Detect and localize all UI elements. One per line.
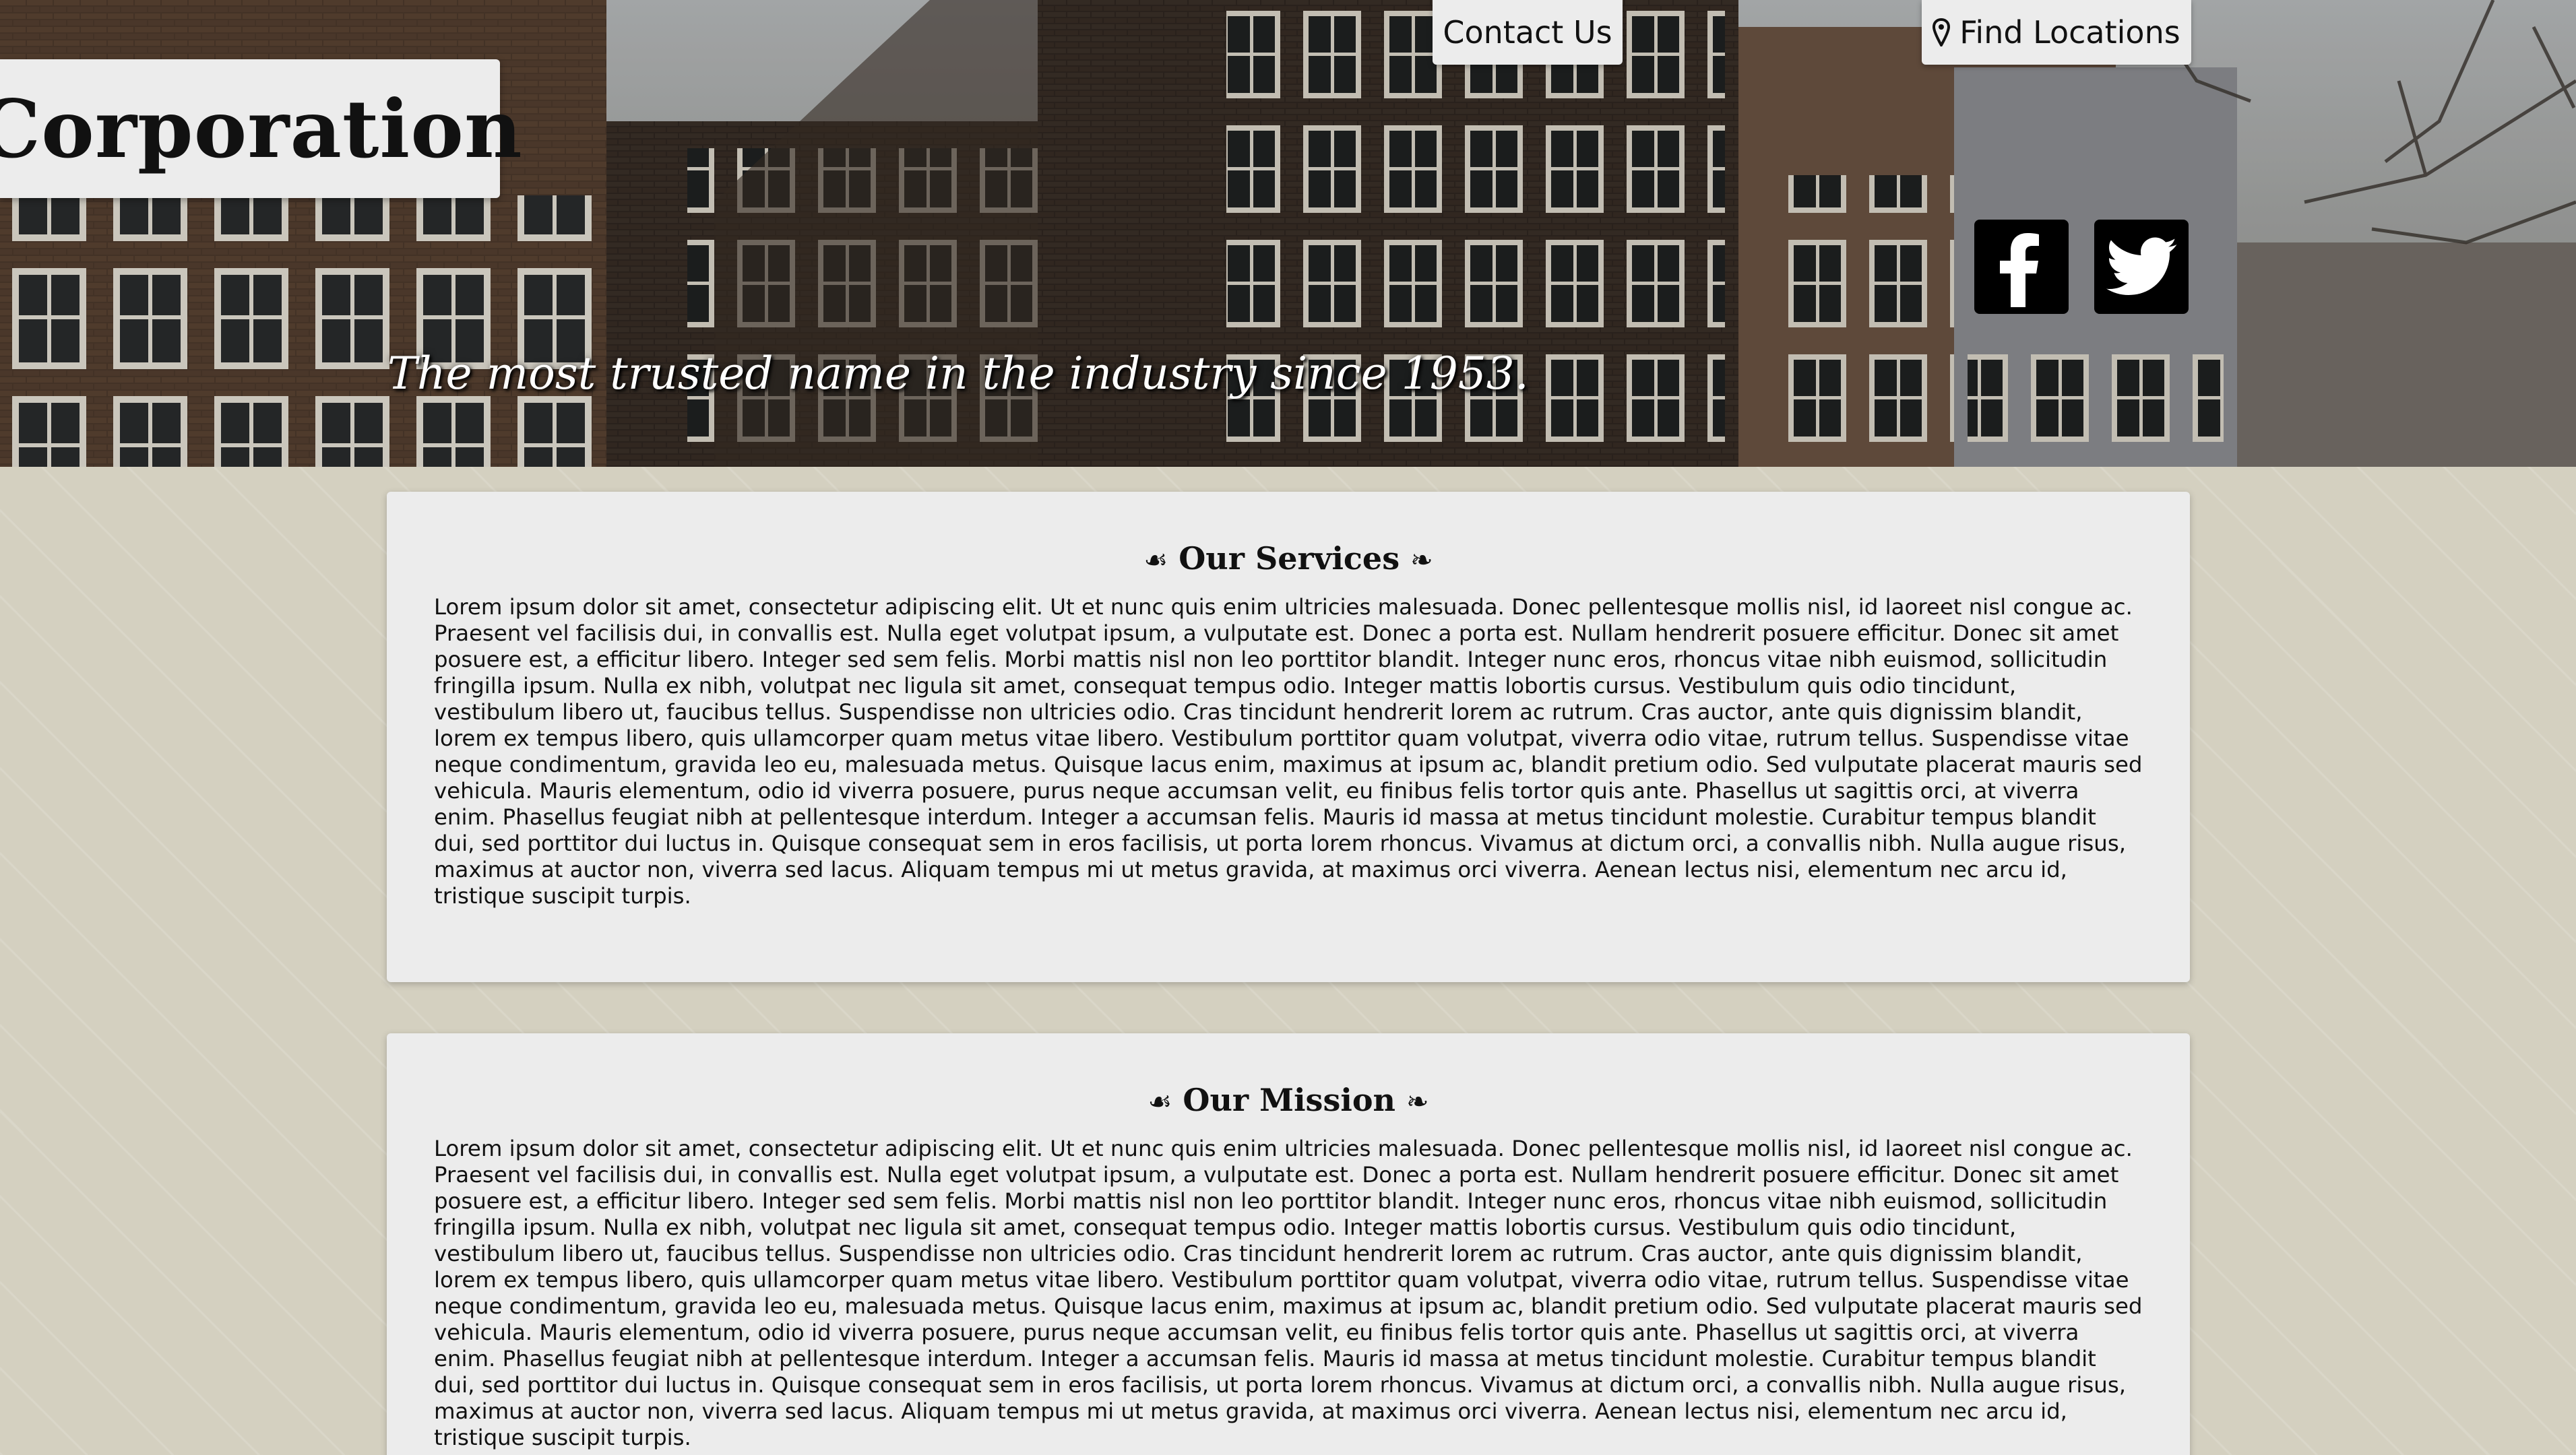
services-card: ☙ Our Services ❧ Lorem ipsum dolor sit a… <box>387 492 2190 982</box>
twitter-button[interactable] <box>2094 220 2189 314</box>
hero-banner: Corporation Contact Us Find Locations Th… <box>0 0 2576 467</box>
logo-text[interactable]: Corporation <box>0 82 523 176</box>
mission-heading: ☙ Our Mission ❧ <box>434 1033 2143 1121</box>
fleuron-left-icon: ☙ <box>1143 545 1168 576</box>
mission-heading-text: Our Mission <box>1183 1082 1395 1118</box>
contact-us-button[interactable]: Contact Us <box>1433 0 1623 65</box>
services-heading-text: Our Services <box>1179 540 1400 577</box>
map-pin-icon <box>1933 18 1951 46</box>
contact-us-label: Contact Us <box>1443 14 1612 51</box>
twitter-icon <box>2106 237 2177 295</box>
tagline: The most trusted name in the industry si… <box>387 348 1529 399</box>
fleuron-right-icon: ❧ <box>1406 1087 1429 1118</box>
mission-body-text: Lorem ipsum dolor sit amet, consectetur … <box>434 1136 2143 1450</box>
mission-card: ☙ Our Mission ❧ Lorem ipsum dolor sit am… <box>387 1033 2190 1455</box>
logo-box[interactable]: Corporation <box>0 59 522 198</box>
find-locations-label: Find Locations <box>1959 14 2180 51</box>
fleuron-right-icon: ❧ <box>1410 545 1433 576</box>
services-heading: ☙ Our Services ❧ <box>434 492 2143 579</box>
facebook-button[interactable] <box>1974 220 2069 314</box>
services-body-text: Lorem ipsum dolor sit amet, consectetur … <box>434 594 2143 909</box>
fleuron-left-icon: ☙ <box>1148 1087 1172 1118</box>
facebook-icon <box>2000 233 2039 307</box>
find-locations-button[interactable]: Find Locations <box>1922 0 2191 65</box>
